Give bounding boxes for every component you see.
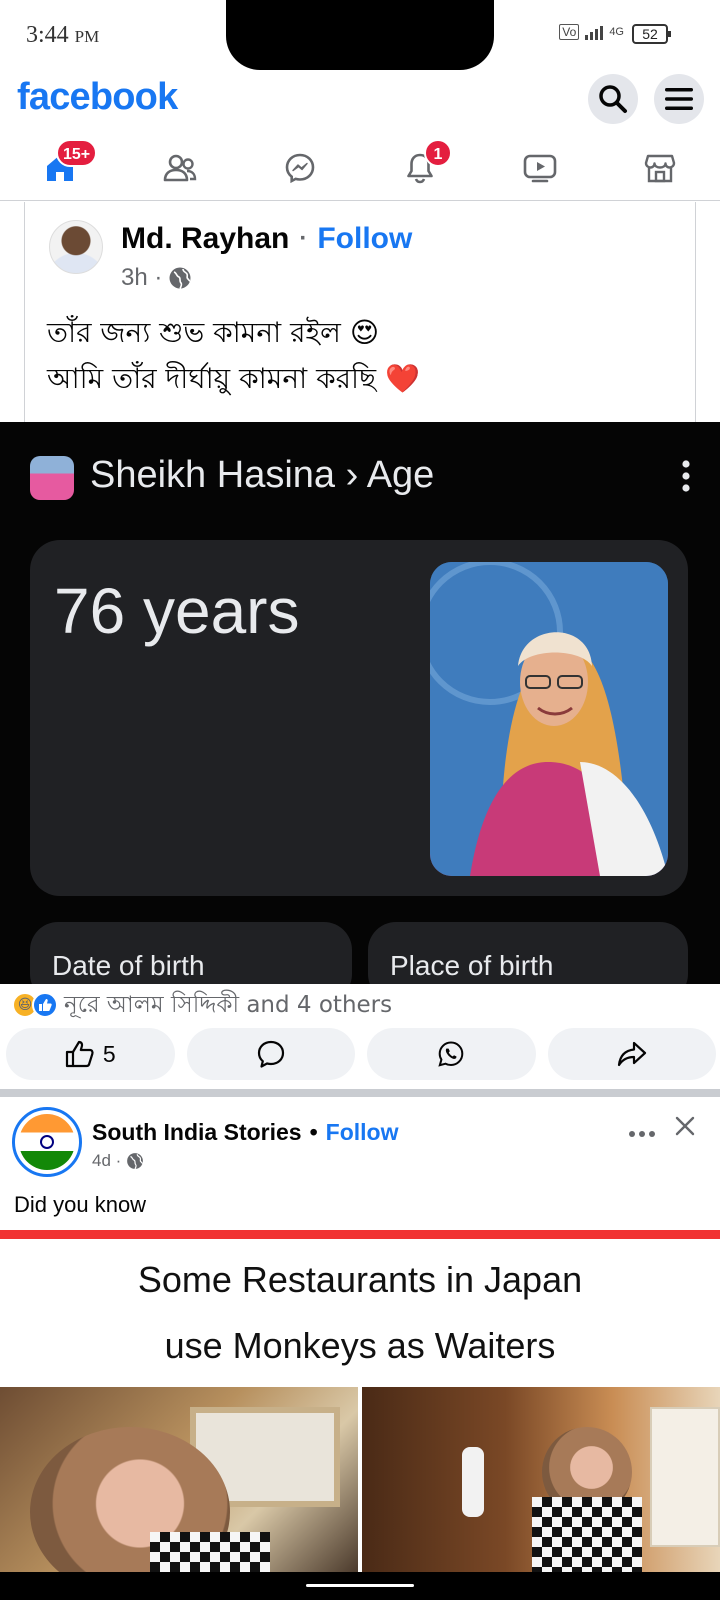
nav-notifications[interactable]: 1 [360,135,480,200]
portrait-illustration [430,562,668,876]
menu-icon [665,88,693,110]
network-type: 4G [609,26,624,38]
home-badge: 15+ [56,139,98,167]
more-horizontal-icon[interactable] [628,1129,656,1139]
place-of-birth-card: Place of birth [368,922,688,984]
knowledge-panel-thumbnail [30,456,74,500]
separator-bullet: • [309,1119,318,1145]
post-text: Did you know [14,1192,147,1217]
portrait-photo [430,562,668,876]
date-of-birth-card: Date of birth [30,922,352,984]
nav-home[interactable]: 15+ [0,135,120,200]
post-time[interactable]: 3h · [121,264,162,292]
search-button[interactable] [588,74,638,124]
status-time-value: 3:44 [26,22,69,48]
search-icon [599,85,627,113]
post-author-line: Md. Rayhan · Follow [121,222,412,256]
image-heading-line-2: use Monkeys as Waiters [164,1325,556,1366]
menu-board [650,1407,720,1547]
battery-icon: 52 [632,24,671,44]
whatsapp-icon [438,1041,464,1067]
status-time: 3:44 PM [26,22,99,49]
towel [462,1447,484,1517]
monkey-photo-right [362,1387,720,1572]
camera-notch [226,0,494,70]
reactions-summary[interactable]: 😆 নূরে আলম সিদ্দিকী and 4 others [12,990,392,1020]
page-name[interactable]: South India Stories [92,1119,302,1146]
post-rayhan: Md. Rayhan · Follow 3h · তাঁর জন্য শুভ ক… [24,202,696,422]
notifications-badge: 1 [424,139,452,167]
nav-marketplace[interactable] [600,135,720,200]
knowledge-panel-title: Sheikh Hasina › Age [90,454,435,496]
place-of-birth-label: Place of birth [390,950,554,981]
like-count: 5 [102,1040,116,1067]
post-meta: 3h · [121,264,192,292]
status-bar: 3:44 PM Vo 4G 52 [0,0,720,70]
follow-button[interactable]: Follow [326,1119,399,1146]
comment-button[interactable] [186,1028,355,1080]
whatsapp-share-button[interactable] [367,1028,536,1080]
globe-icon [169,267,191,289]
menu-button[interactable] [654,74,704,124]
post-text-line-1-text: তাঁর জন্য শুভ কামনা রইল [47,316,341,349]
follow-button[interactable]: Follow [317,222,412,256]
post-author-line: South India Stories • Follow [92,1119,398,1146]
nav-video[interactable] [480,135,600,200]
nav-messenger[interactable] [240,135,360,200]
post-text-line-2: আমি তাঁর দীর্ঘায়ু কামনা করছি ❤️ [47,356,420,402]
separator-dot: · [299,225,308,252]
nav-friends[interactable] [120,135,240,200]
friends-icon [163,154,197,181]
volte-icon: Vo [559,24,580,40]
age-card: 76 years [30,540,688,896]
date-of-birth-label: Date of birth [52,950,205,981]
red-heart-emoji: ❤️ [384,362,420,395]
image-heading[interactable]: Some Restaurants in Japan use Monkeys as… [0,1239,720,1387]
facebook-logo[interactable]: facebook [17,76,178,119]
post-time[interactable]: 4d · [92,1151,121,1171]
reactions-text: নূরে আলম সিদ্দিকী and 4 others [64,991,393,1018]
post-text-line-1: তাঁর জন্য শুভ কামনা রইল 😍 [47,310,420,356]
india-flag-image [19,1114,75,1170]
post-actions: 5 [6,1028,716,1080]
image-top-bar [0,1230,720,1239]
share-button[interactable] [547,1028,716,1080]
video-icon [523,154,557,182]
post-meta: 4d · [92,1151,144,1171]
feed-divider [0,1089,720,1097]
reaction-icons: 😆 [12,992,58,1018]
marketplace-icon [644,154,676,182]
status-indicators: Vo 4G [559,24,624,40]
heart-eyes-emoji: 😍 [349,316,380,349]
close-icon[interactable] [674,1115,696,1137]
facebook-feed-screen: 3:44 PM Vo 4G 52 facebook 15+ 1 Md. Rayh… [0,0,720,1600]
checkered-vest [150,1532,270,1572]
post-image[interactable]: Sheikh Hasina › Age 76 years Date of bir… [0,422,720,984]
age-value: 76 years [54,575,300,647]
like-button[interactable]: 5 [6,1028,175,1080]
post-text-line-2-text: আমি তাঁর দীর্ঘায়ু কামনা করছি [47,362,377,395]
globe-icon [127,1153,144,1170]
home-indicator[interactable] [306,1584,414,1587]
messenger-icon [285,153,315,183]
main-nav: 15+ 1 [0,135,720,201]
image-heading-line-1: Some Restaurants in Japan [137,1259,583,1300]
monkey-photos[interactable] [0,1387,720,1572]
battery-level: 52 [642,26,658,42]
thumbs-up-icon [65,1040,94,1068]
comment-icon [257,1040,284,1068]
page-avatar[interactable] [12,1107,82,1177]
avatar[interactable] [49,220,103,274]
system-nav-bar [0,1572,720,1600]
post-text: তাঁর জন্য শুভ কামনা রইল 😍 আমি তাঁর দীর্ঘ… [47,310,420,402]
share-icon [617,1041,646,1067]
more-vertical-icon [682,460,690,492]
app-header: facebook [0,70,720,132]
author-name[interactable]: Md. Rayhan [121,222,289,256]
like-icon [32,992,58,1018]
signal-icon [585,24,604,40]
status-time-ampm: PM [74,27,100,46]
checkered-vest [532,1497,642,1572]
monkey-photo-left [0,1387,358,1572]
